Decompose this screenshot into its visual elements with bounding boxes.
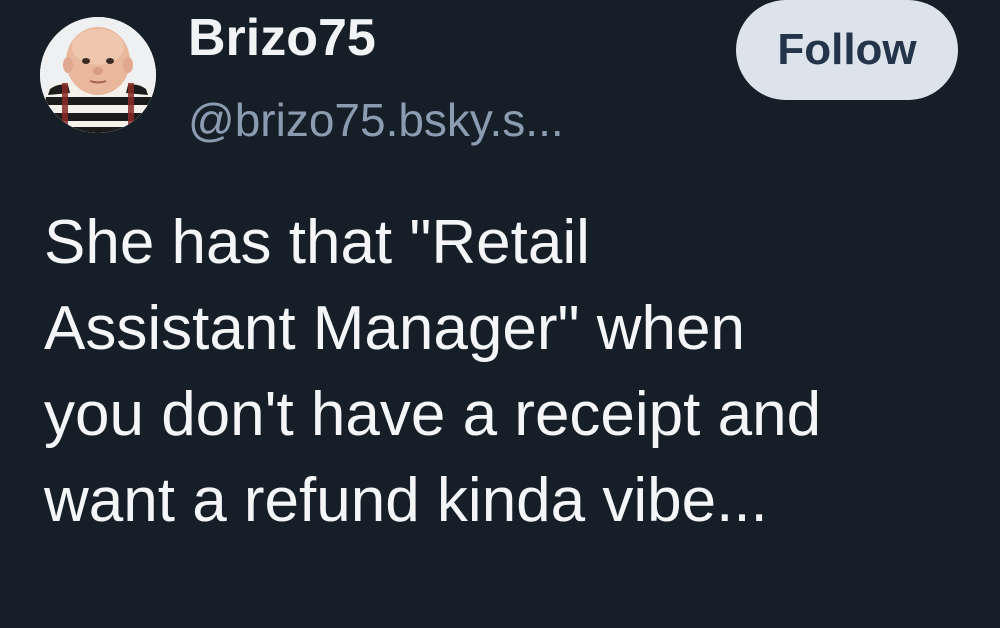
post-text-line: Assistant Manager" when [44,294,745,363]
author-handle[interactable]: @brizo75.bsky.s... [188,92,564,148]
post-text: She has that "Retail Assistant Manager" … [44,200,974,544]
post-text-line: want a refund kinda vibe... [44,466,768,535]
avatar-image [40,17,156,133]
author-avatar[interactable] [40,17,156,133]
post-text-line: you don't have a receipt and [44,380,822,449]
post-text-line: She has that "Retail [44,208,590,277]
follow-button[interactable]: Follow [736,0,958,100]
post-card: Brizo75 @brizo75.bsky.s... Follow She ha… [0,0,1000,628]
author-display-name[interactable]: Brizo75 [188,6,376,70]
